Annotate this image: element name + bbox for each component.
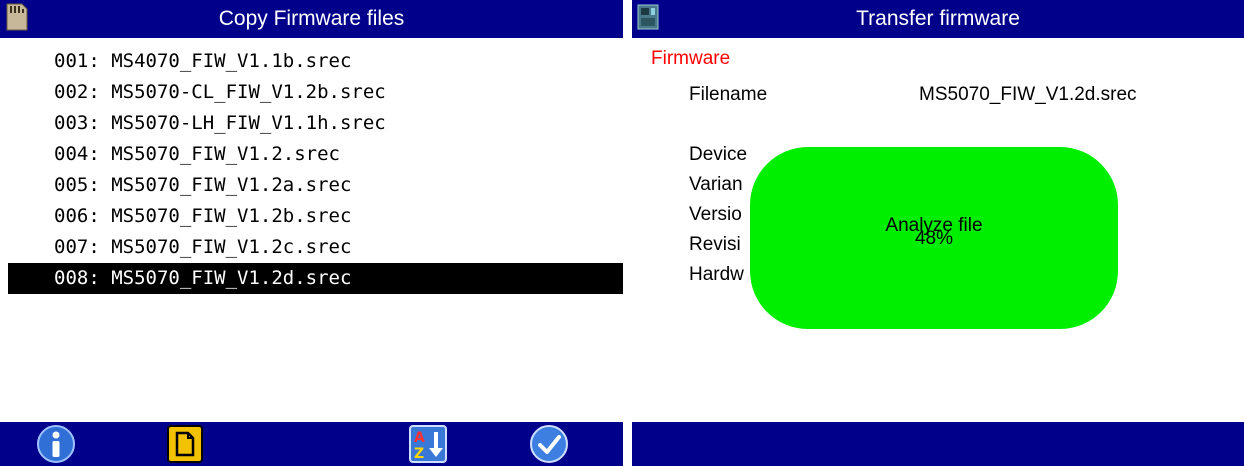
right-title: Transfer firmware (856, 7, 1020, 30)
right-title-bar: Transfer firmware (632, 0, 1244, 38)
file-item-selected[interactable]: 008: MS5070_FIW_V1.2d.srec (8, 263, 623, 294)
file-item[interactable]: 006: MS5070_FIW_V1.2b.srec (8, 201, 623, 232)
document-icon (167, 425, 203, 463)
file-item[interactable]: 007: MS5070_FIW_V1.2c.srec (8, 232, 623, 263)
transfer-firmware-panel: Transfer firmware Firmware Filename MS50… (632, 0, 1244, 466)
svg-text:Z: Z (414, 446, 424, 462)
svg-text:A: A (414, 430, 425, 446)
left-title-bar: Copy Firmware files (0, 0, 623, 38)
revision-label: Revisi (689, 234, 741, 255)
file-item[interactable]: 003: MS5070-LH_FIW_V1.1h.srec (8, 108, 623, 139)
left-toolbar: A Z (0, 422, 623, 466)
firmware-file-list: 001: MS4070_FIW_V1.1b.srec 002: MS5070-C… (8, 46, 623, 294)
confirm-button[interactable] (527, 422, 571, 466)
sd-card-icon (6, 3, 28, 31)
analyze-progress-popup: Analyze file 48% (750, 147, 1118, 329)
file-item[interactable]: 002: MS5070-CL_FIW_V1.2b.srec (8, 77, 623, 108)
firmware-section-label: Firmware (651, 48, 731, 69)
device-icon (637, 4, 659, 30)
device-label: Device (689, 144, 748, 165)
confirm-check-icon (530, 425, 568, 463)
file-item[interactable]: 004: MS5070_FIW_V1.2.srec (8, 139, 623, 170)
file-item[interactable]: 005: MS5070_FIW_V1.2a.srec (8, 170, 623, 201)
filename-value: MS5070_FIW_V1.2d.srec (919, 84, 1137, 105)
version-label: Versio (689, 204, 742, 225)
filename-label: Filename (689, 84, 768, 105)
hardware-label: Hardw (689, 264, 744, 285)
info-icon (37, 425, 75, 463)
right-toolbar (632, 422, 1244, 466)
progress-percent: 48% (914, 228, 954, 249)
document-button[interactable] (163, 422, 207, 466)
sort-button[interactable]: A Z (406, 422, 450, 466)
panel-divider (623, 0, 632, 466)
left-title: Copy Firmware files (218, 7, 405, 30)
info-button[interactable] (34, 422, 78, 466)
variant-label: Varian (689, 174, 743, 195)
sort-az-icon: A Z (409, 425, 447, 463)
copy-firmware-panel: Copy Firmware files 001: MS4070_FIW_V1.1… (0, 0, 623, 466)
file-item[interactable]: 001: MS4070_FIW_V1.1b.srec (8, 46, 623, 77)
